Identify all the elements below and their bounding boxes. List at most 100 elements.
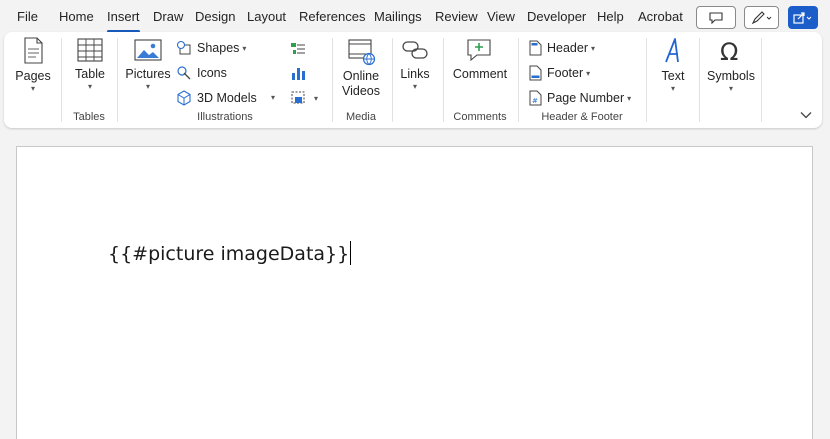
chevron-down-icon: ▾	[30, 84, 35, 93]
divider	[117, 38, 118, 122]
chart-button[interactable]	[290, 63, 311, 83]
shapes-icon	[176, 40, 191, 55]
ribbon-display-options-button[interactable]	[799, 108, 813, 122]
3d-models-button[interactable]: 3D Models	[176, 88, 257, 108]
page-number-label: Page Number	[547, 91, 625, 105]
links-button[interactable]: Links ▾	[397, 36, 433, 91]
icons-label: Icons	[197, 66, 227, 80]
tab-mailings[interactable]: Mailings	[374, 9, 422, 27]
tab-draw[interactable]: Draw	[153, 9, 183, 27]
template-placeholder-text[interactable]: {{#picture imageData}}	[108, 243, 349, 265]
pictures-label: Pictures	[125, 67, 171, 81]
page-number-button[interactable]: # Page Number ▾	[528, 88, 631, 108]
3d-models-dropdown-icon[interactable]: ▾	[271, 93, 275, 102]
divider	[332, 38, 333, 122]
smartart-button[interactable]	[290, 38, 311, 58]
group-label-illustrations: Illustrations	[197, 111, 253, 123]
tab-view[interactable]: View	[487, 9, 515, 27]
tab-insert[interactable]: Insert	[107, 9, 140, 33]
omega-icon: Ω	[720, 38, 738, 66]
editing-button[interactable]	[744, 6, 779, 29]
tab-review[interactable]: Review	[435, 9, 478, 27]
tab-home[interactable]: Home	[59, 9, 94, 27]
divider	[61, 38, 62, 122]
tab-references[interactable]: References	[299, 9, 365, 27]
online-video-icon	[348, 39, 376, 66]
symbols-label: Symbols	[707, 69, 755, 83]
divider	[646, 38, 647, 122]
tab-layout[interactable]: Layout	[247, 9, 286, 27]
shapes-button[interactable]: Shapes ▾	[176, 38, 246, 58]
icons-icon	[177, 66, 191, 80]
cube-icon	[177, 90, 191, 106]
group-label-header-footer: Header & Footer	[541, 111, 623, 123]
ribbon: Pages ▾ Table ▾ Tables Pictures ▾ Shapes…	[4, 32, 822, 128]
symbols-button[interactable]: Ω Symbols ▾	[704, 36, 758, 93]
document-page[interactable]: {{#picture imageData}}	[16, 146, 813, 439]
tab-developer[interactable]: Developer	[527, 9, 586, 27]
footer-icon	[529, 65, 542, 81]
comments-button[interactable]	[696, 6, 736, 29]
chevron-down-icon: ▾	[87, 82, 92, 91]
text-cursor	[350, 241, 352, 265]
document-area: {{#picture imageData}}	[0, 134, 830, 439]
comment-icon	[709, 11, 723, 24]
chevron-down-icon: ▾	[591, 43, 596, 53]
divider	[518, 38, 519, 122]
online-videos-label: Online	[342, 69, 380, 83]
chevron-down-icon: ▾	[314, 93, 319, 103]
screenshot-icon	[291, 91, 305, 104]
header-label: Header	[547, 41, 588, 55]
3d-models-label: 3D Models	[197, 91, 257, 105]
share-icon	[793, 11, 812, 24]
link-icon	[402, 41, 428, 59]
pages-icon	[24, 37, 43, 64]
header-button[interactable]: Header ▾	[528, 38, 595, 58]
divider	[392, 38, 393, 122]
group-label-comments: Comments	[453, 111, 507, 123]
pen-icon	[751, 10, 771, 24]
header-icon	[529, 40, 542, 56]
chevron-down-icon: ▾	[145, 82, 150, 91]
comment-button[interactable]: Comment	[451, 36, 509, 81]
chevron-down-icon	[800, 112, 812, 119]
share-button[interactable]	[788, 6, 818, 29]
divider	[699, 38, 700, 122]
shapes-label: Shapes	[197, 41, 240, 55]
chevron-down-icon: ▾	[670, 84, 675, 93]
online-videos-label-line2: Videos	[342, 84, 380, 98]
tab-file[interactable]: File	[17, 9, 38, 27]
chevron-down-icon: ▾	[412, 82, 417, 91]
tab-help[interactable]: Help	[597, 9, 624, 27]
document-text[interactable]: {{#picture imageData}}	[108, 241, 352, 265]
footer-label: Footer	[547, 66, 584, 80]
table-icon	[77, 38, 103, 62]
table-button[interactable]: Table ▾	[74, 36, 106, 91]
online-videos-button[interactable]: Online Videos	[340, 36, 382, 98]
svg-text:Ω: Ω	[720, 38, 738, 66]
svg-text:#: #	[532, 97, 538, 105]
tab-acrobat[interactable]: Acrobat	[638, 9, 683, 27]
new-comment-icon	[467, 39, 491, 62]
menu-bar: File Home Insert Draw Design Layout Refe…	[0, 0, 830, 34]
text-button[interactable]: Text ▾	[658, 36, 688, 93]
chevron-down-icon: ▾	[728, 84, 733, 93]
smartart-icon	[291, 43, 305, 54]
chart-icon	[292, 68, 305, 80]
table-label: Table	[75, 67, 105, 81]
footer-button[interactable]: Footer ▾	[528, 63, 590, 83]
comment-label: Comment	[452, 67, 508, 81]
pages-label: Pages	[15, 69, 51, 83]
links-label: Links	[400, 67, 430, 81]
divider	[761, 38, 762, 122]
tab-design[interactable]: Design	[195, 9, 235, 27]
chevron-down-icon: ▾	[627, 93, 632, 103]
text-icon	[665, 38, 679, 63]
text-label: Text	[661, 69, 685, 83]
pictures-button[interactable]: Pictures ▾	[125, 36, 171, 91]
screenshot-button[interactable]: ▾	[290, 88, 318, 108]
pages-button[interactable]: Pages ▾	[15, 36, 51, 93]
chevron-down-icon: ▾	[586, 68, 591, 78]
picture-icon	[134, 39, 162, 61]
icons-button[interactable]: Icons	[176, 63, 227, 83]
